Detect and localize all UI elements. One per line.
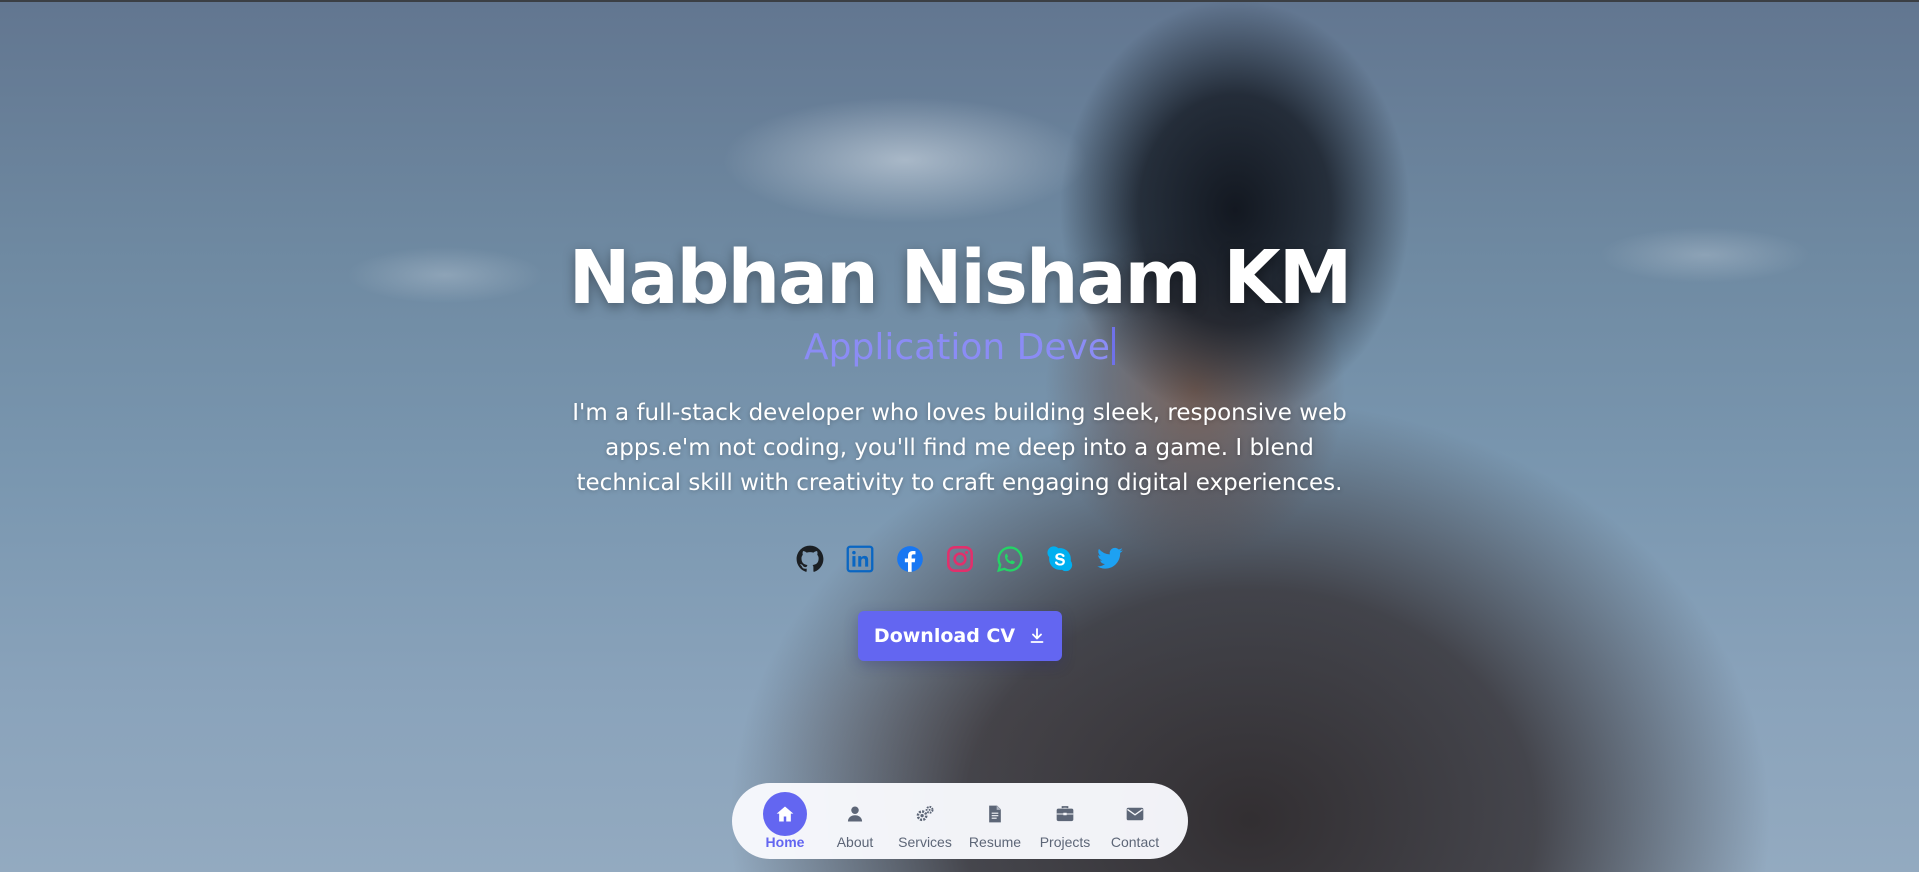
download-cv-button[interactable]: Download CV	[857, 611, 1062, 661]
hero-name: Nabhan Nisham KM	[568, 235, 1353, 321]
hero-section: Nabhan Nisham KM Application Deve I'm a …	[0, 230, 1919, 661]
briefcase-icon	[1056, 806, 1074, 822]
gears-icon	[916, 805, 934, 822]
document-icon-wrap	[973, 792, 1017, 836]
download-icon	[1030, 628, 1044, 643]
linkedin-link[interactable]	[846, 545, 874, 573]
envelope-icon	[1126, 807, 1144, 821]
nav-item-projects[interactable]: Projects	[1030, 792, 1100, 850]
nav-label-resume: Resume	[968, 834, 1022, 850]
github-link[interactable]	[796, 545, 824, 573]
nav-label-projects: Projects	[1039, 834, 1091, 850]
top-border	[0, 0, 1919, 2]
user-icon	[847, 806, 863, 822]
home-icon-wrap	[763, 792, 807, 836]
social-links	[0, 545, 1919, 573]
hero-bio: I'm a full-stack developer who loves bui…	[572, 400, 1347, 496]
twitter-icon	[1096, 547, 1123, 569]
bottom-nav: Home About Services Resume Projects Cont…	[732, 783, 1188, 859]
skype-icon	[1046, 546, 1072, 572]
nav-item-resume[interactable]: Resume	[960, 792, 1030, 850]
nav-label-services: Services	[898, 834, 952, 850]
nav-label-home: Home	[765, 834, 805, 850]
twitter-link[interactable]	[1096, 545, 1124, 573]
facebook-icon	[896, 546, 923, 572]
nav-item-home[interactable]: Home	[750, 792, 820, 850]
skype-link[interactable]	[1046, 545, 1074, 573]
instagram-link[interactable]	[946, 545, 974, 573]
gears-icon-wrap	[903, 792, 947, 836]
home-icon	[776, 806, 794, 822]
document-icon	[989, 805, 1001, 823]
nav-label-about: About	[836, 834, 874, 850]
hero-role: Application Deve	[0, 324, 1919, 372]
typing-cursor	[1111, 327, 1115, 365]
facebook-link[interactable]	[896, 545, 924, 573]
nav-item-services[interactable]: Services	[890, 792, 960, 850]
download-cv-label: Download CV	[873, 625, 1016, 647]
instagram-icon	[946, 546, 973, 572]
github-icon	[796, 545, 823, 572]
whatsapp-link[interactable]	[996, 545, 1024, 573]
nav-item-about[interactable]: About	[820, 792, 890, 850]
user-icon-wrap	[833, 792, 877, 836]
whatsapp-icon	[996, 546, 1023, 573]
briefcase-icon-wrap	[1043, 792, 1087, 836]
linkedin-icon	[846, 545, 873, 573]
typed-role-text: Application Deve	[804, 327, 1110, 368]
nav-label-contact: Contact	[1110, 834, 1160, 850]
nav-item-contact[interactable]: Contact	[1100, 792, 1170, 850]
envelope-icon-wrap	[1113, 792, 1157, 836]
